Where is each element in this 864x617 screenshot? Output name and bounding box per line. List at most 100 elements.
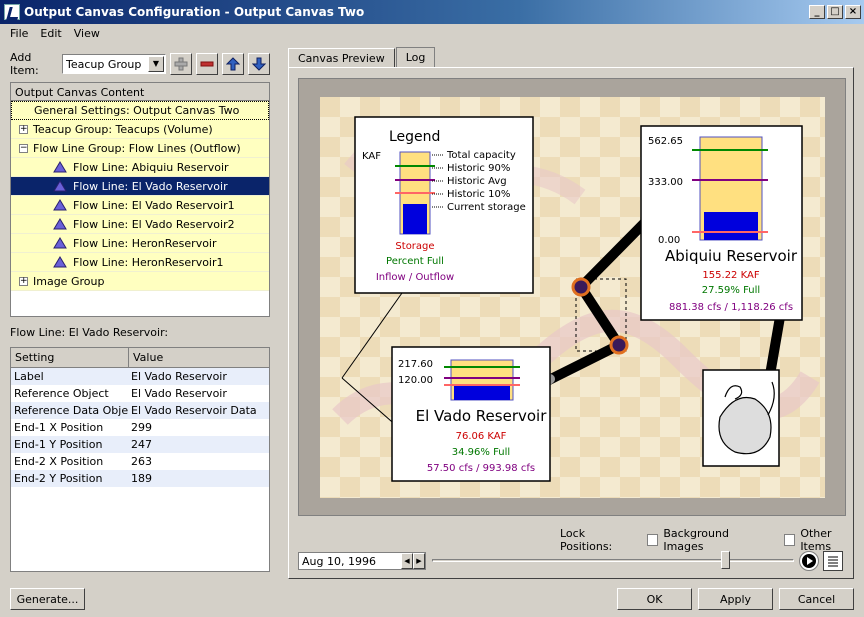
menu-file[interactable]: File — [4, 27, 34, 40]
minus-icon — [200, 61, 214, 67]
tree-item[interactable]: General Settings: Output Canvas Two — [11, 101, 269, 120]
flow-line-handle[interactable] — [609, 335, 629, 355]
move-up-button[interactable] — [222, 53, 244, 75]
setting-name-cell: Label — [14, 370, 44, 383]
cancel-button[interactable]: Cancel — [779, 588, 854, 610]
lock-other-checkbox[interactable] — [783, 534, 796, 546]
teacup-elvado[interactable]: 217.60 120.00 El Vado Reservoir 76.06 KA… — [391, 346, 551, 482]
lock-background-checkbox[interactable] — [646, 534, 659, 546]
lock-positions-row: Lock Positions: Background Images Other … — [560, 527, 864, 553]
tree-item-label: Flow Line: Abiquiu Reservoir — [73, 160, 229, 174]
add-item-label: Add Item: — [10, 51, 39, 77]
tree-item[interactable]: Flow Line: El Vado Reservoir — [11, 177, 269, 196]
close-button[interactable]: × — [845, 5, 861, 19]
lock-other-label: Other Items — [800, 527, 832, 553]
setting-value-cell[interactable]: El Vado Reservoir Data — [128, 404, 257, 417]
abiquiu-storage: 155.22 KAF — [702, 270, 759, 281]
col-value-header[interactable]: Value — [129, 348, 269, 367]
tree-item[interactable]: Flow Line: Abiquiu Reservoir — [11, 158, 269, 177]
setting-name-cell: Reference Data Object — [14, 404, 128, 417]
lock-background-label: Background Images — [663, 527, 729, 553]
remove-button[interactable] — [196, 53, 218, 75]
legend-item: Current storage — [447, 202, 526, 213]
selection-label: Flow Line: El Vado Reservoir: — [10, 326, 169, 339]
tree-item[interactable]: Flow Line: El Vado Reservoir1 — [11, 196, 269, 215]
col-setting-header[interactable]: Setting — [11, 348, 129, 367]
elvado-flow: 57.50 cfs / 993.98 cfs — [427, 463, 535, 474]
add-item-select[interactable]: Teacup Group ▼ — [62, 54, 166, 74]
add-button[interactable] — [170, 53, 192, 75]
time-slider-thumb[interactable] — [721, 551, 731, 569]
table-row[interactable]: Label El Vado Reservoir — [11, 368, 269, 385]
time-slider-track[interactable] — [432, 559, 794, 562]
tree-item-label: Flow Line Group: Flow Lines (Outflow) — [33, 141, 241, 155]
tree-item-label: Flow Line: El Vado Reservoir2 — [73, 217, 235, 231]
flow-line-handle[interactable] — [571, 277, 591, 297]
content-header: Output Canvas Content — [11, 83, 269, 101]
apply-button[interactable]: Apply — [698, 588, 773, 610]
date-next-button[interactable]: ▶ — [413, 553, 425, 569]
tree-item[interactable]: Flow Line: El Vado Reservoir2 — [11, 215, 269, 234]
ok-button[interactable]: OK — [617, 588, 692, 610]
date-prev-button[interactable]: ◀ — [401, 553, 413, 569]
play-button[interactable] — [799, 551, 819, 571]
table-row[interactable]: Reference Object El Vado Reservoir — [11, 385, 269, 402]
tree-item-label: Flow Line: HeronReservoir — [73, 236, 217, 250]
expand-icon[interactable]: + — [19, 124, 28, 134]
tab-canvas-preview[interactable]: Canvas Preview — [288, 48, 395, 68]
chevron-down-icon[interactable]: ▼ — [148, 56, 164, 72]
setting-name-cell: End-2 X Position — [14, 455, 104, 468]
legend-flow: Inflow / Outflow — [376, 272, 454, 283]
tab-bar: Canvas Preview Log — [288, 47, 436, 68]
abiquiu-percent: 27.59% Full — [702, 285, 760, 296]
tab-log[interactable]: Log — [395, 47, 436, 67]
move-down-button[interactable] — [248, 53, 270, 75]
collapse-icon[interactable]: − — [19, 143, 28, 153]
date-spinner[interactable]: Aug 10, 1996 ◀ ▶ — [298, 552, 426, 570]
tree-item[interactable]: + Image Group — [11, 272, 269, 291]
elvado-percent: 34.96% Full — [452, 447, 510, 458]
menu-edit[interactable]: Edit — [34, 27, 67, 40]
setting-value-cell[interactable]: 299 — [128, 421, 152, 434]
tree-item[interactable]: Flow Line: HeronReservoir — [11, 234, 269, 253]
abiquiu-flow: 881.38 cfs / 1,118.26 cfs — [669, 302, 793, 313]
table-row[interactable]: End-1 X Position 299 — [11, 419, 269, 436]
flow-line-icon — [53, 237, 67, 249]
flow-line-icon — [53, 161, 67, 173]
tree-item[interactable]: Flow Line: HeronReservoir1 — [11, 253, 269, 272]
flow-line-icon — [53, 180, 67, 192]
table-row[interactable]: End-2 X Position 263 — [11, 453, 269, 470]
window-title: Output Canvas Configuration - Output Can… — [24, 5, 365, 19]
setting-value-cell[interactable]: El Vado Reservoir — [128, 370, 227, 383]
teacup-abiquiu[interactable]: 562.65 333.00 0.00 Abiquiu Reservoir 155… — [640, 125, 803, 321]
legend-current-storage — [403, 204, 427, 234]
teapot-image[interactable] — [702, 369, 780, 467]
tree-item[interactable]: − Flow Line Group: Flow Lines (Outflow) — [11, 139, 269, 158]
content-tree: Output Canvas Content General Settings: … — [10, 82, 270, 317]
flow-line-icon — [53, 218, 67, 230]
setting-value-cell[interactable]: 263 — [128, 455, 152, 468]
elvado-storage: 76.06 KAF — [456, 431, 507, 442]
flow-line-icon — [53, 199, 67, 211]
table-row[interactable]: End-1 Y Position 247 — [11, 436, 269, 453]
minimize-button[interactable]: _ — [809, 5, 825, 19]
list-icon[interactable] — [823, 551, 843, 571]
tree-item[interactable]: + Teacup Group: Teacups (Volume) — [11, 120, 269, 139]
setting-value-cell[interactable]: 189 — [128, 472, 152, 485]
legend-storage: Storage — [395, 241, 434, 252]
generate-button[interactable]: Generate... — [10, 588, 85, 610]
abiquiu-name: Abiquiu Reservoir — [665, 247, 798, 265]
tree-item-label: Flow Line: HeronReservoir1 — [73, 255, 224, 269]
table-row[interactable]: Reference Data Object El Vado Reservoir D… — [11, 402, 269, 419]
canvas-preview[interactable]: Legend KAF Total capacity Historic 90% H… — [320, 97, 825, 498]
setting-value-cell[interactable]: 247 — [128, 438, 152, 451]
menu-view[interactable]: View — [68, 27, 106, 40]
table-row[interactable]: End-2 Y Position 189 — [11, 470, 269, 487]
setting-value-cell[interactable]: El Vado Reservoir — [128, 387, 227, 400]
lock-label: Lock Positions: — [560, 527, 613, 553]
maximize-button[interactable]: □ — [827, 5, 843, 19]
tree-item-label: Teacup Group: Teacups (Volume) — [33, 122, 213, 136]
setting-name-cell: Reference Object — [14, 387, 109, 400]
arrow-down-icon — [252, 57, 266, 71]
expand-icon[interactable]: + — [19, 276, 28, 286]
